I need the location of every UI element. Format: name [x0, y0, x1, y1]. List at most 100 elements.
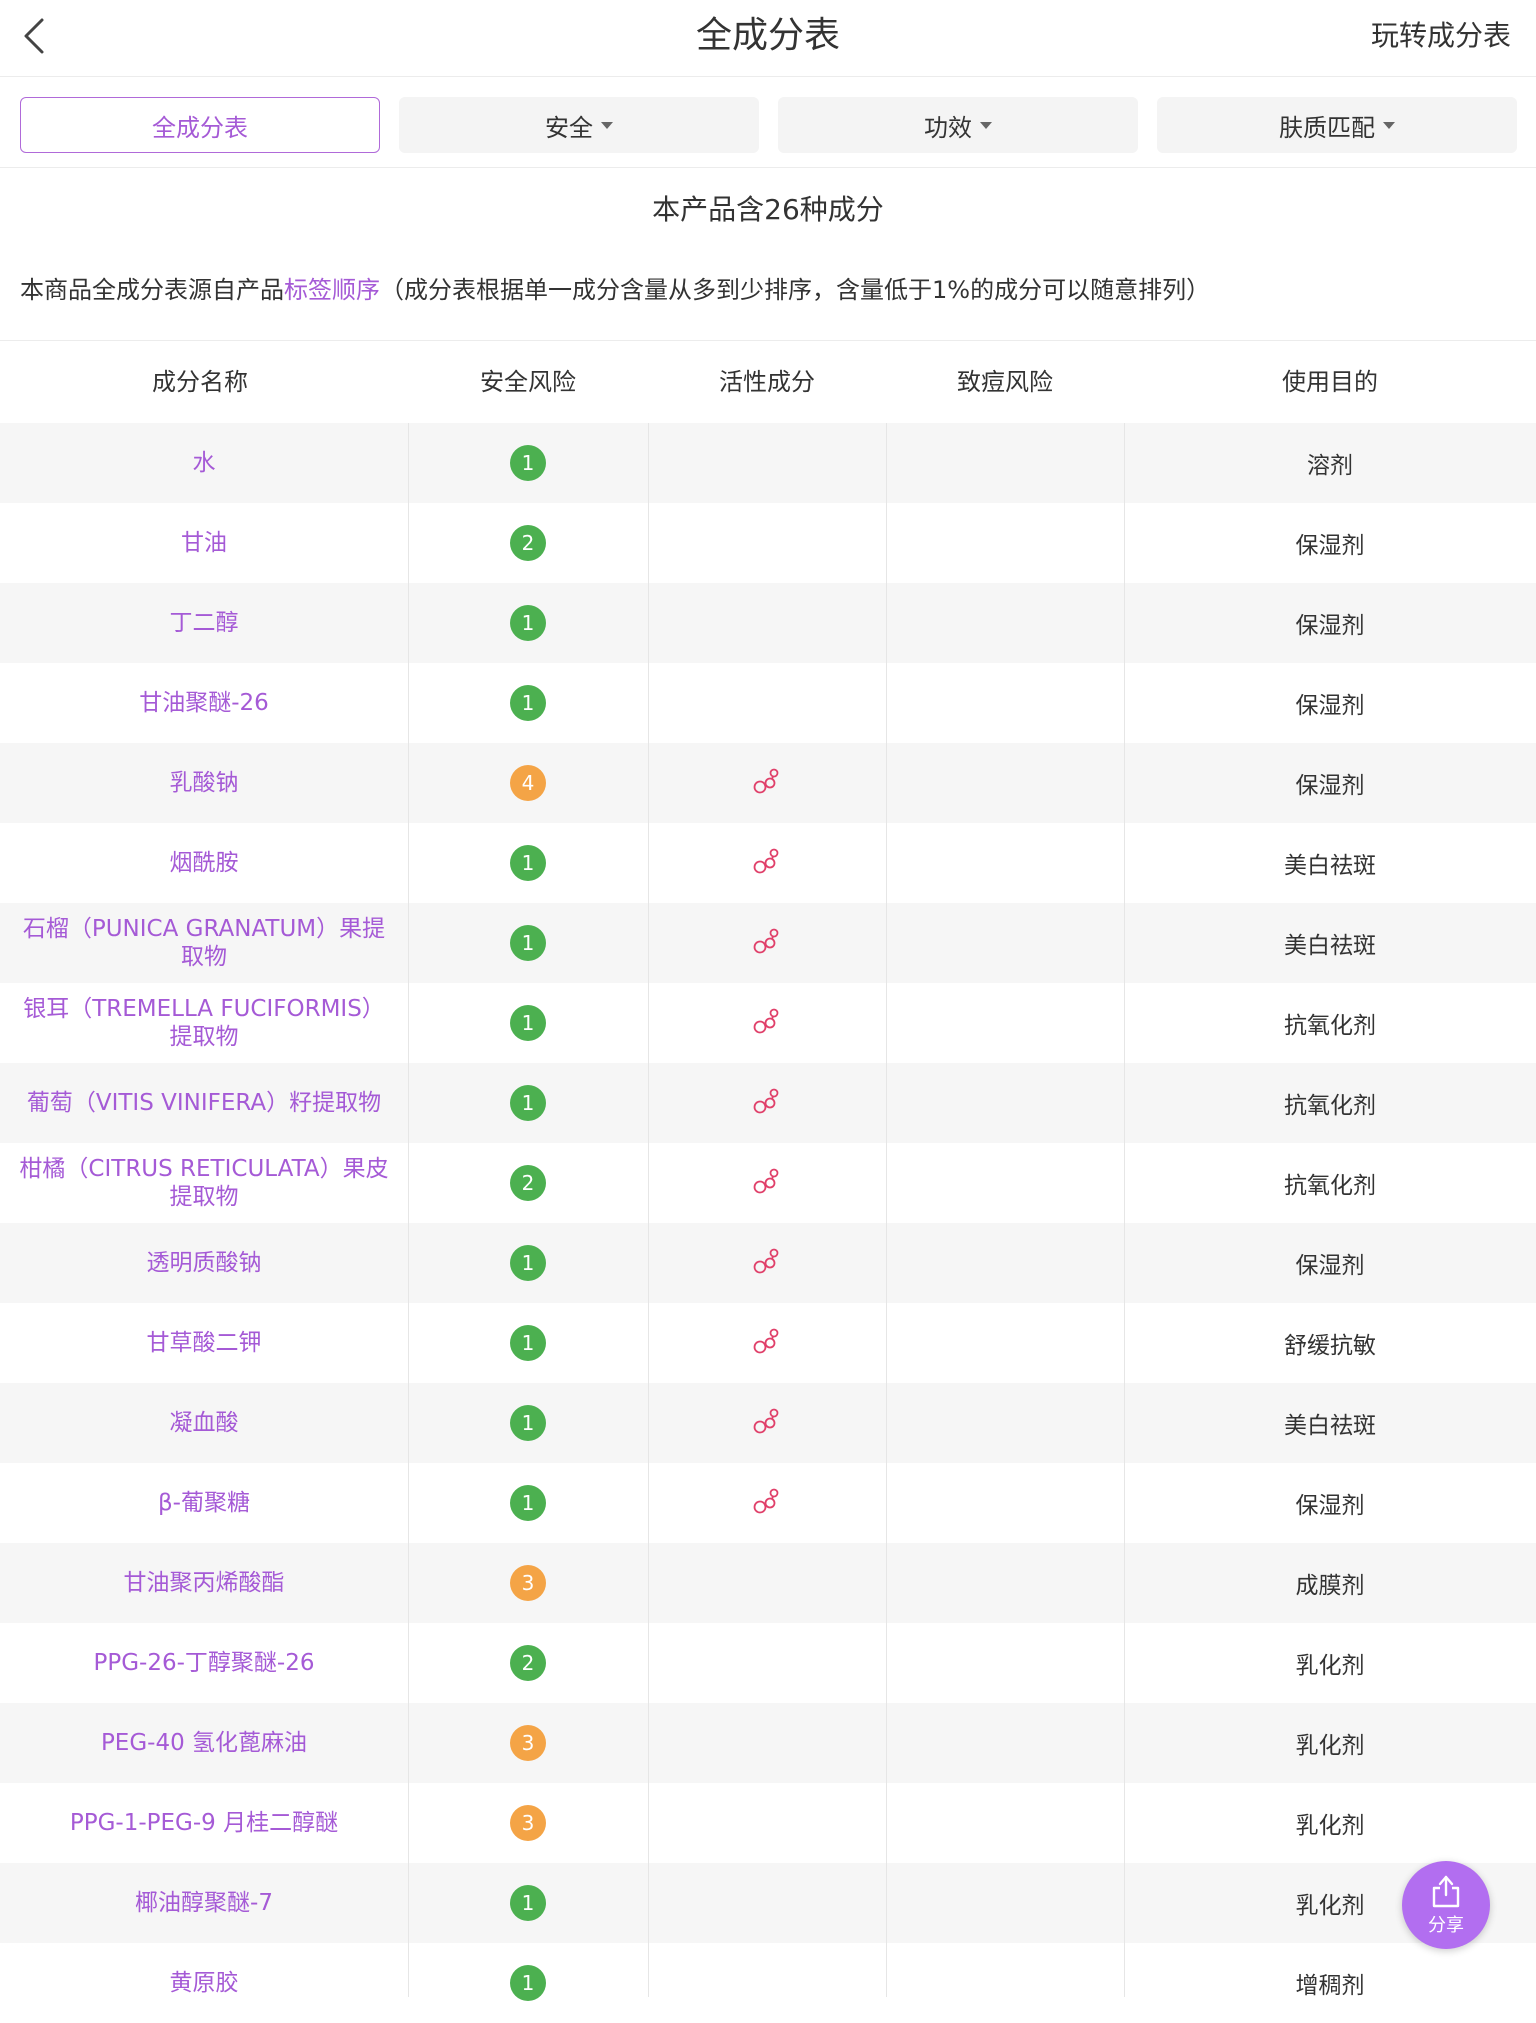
table-row[interactable]: 柑橘（CITRUS RETICULATA）果皮提取物 2 抗氧化剂 [0, 1143, 1536, 1223]
table-row[interactable]: 甘油聚丙烯酸酯 3 成膜剂 [0, 1543, 1536, 1623]
safety-score-badge: 1 [510, 445, 546, 481]
acne-cell [886, 823, 1124, 903]
ingredient-name[interactable]: 黄原胶 [0, 1943, 408, 2023]
note-suffix: （成分表根据单一成分含量从多到少排序，含量低于1%的成分可以随意排列） [380, 276, 1211, 304]
share-label: 分享 [1428, 1915, 1464, 1936]
safety-score-badge: 1 [510, 925, 546, 961]
purpose-cell: 保湿剂 [1295, 533, 1365, 559]
safety-score-badge: 1 [510, 1885, 546, 1921]
safety-cell: 1 [408, 1863, 648, 1943]
table-row[interactable]: 银耳（TREMELLA FUCIFORMIS）提取物 1 抗氧化剂 [0, 983, 1536, 1063]
table-row[interactable]: β-葡聚糖 1 保湿剂 [0, 1463, 1536, 1543]
table-row[interactable]: 水 1 溶剂 [0, 423, 1536, 503]
acne-cell [886, 503, 1124, 583]
table-row[interactable]: 葡萄（VITIS VINIFERA）籽提取物 1 抗氧化剂 [0, 1063, 1536, 1143]
safety-cell: 3 [408, 1543, 648, 1623]
ingredient-name[interactable]: 甘油 [0, 503, 408, 583]
table-row[interactable]: 甘油 2 保湿剂 [0, 503, 1536, 583]
active-cell [648, 423, 886, 503]
filter-label: 安全 [545, 113, 593, 142]
help-link[interactable]: 玩转成分表 [1371, 0, 1511, 72]
ingredient-name[interactable]: 石榴（PUNICA GRANATUM）果提取物 [0, 903, 408, 983]
ingredient-name[interactable]: PEG-40 氢化蓖麻油 [0, 1703, 408, 1783]
purpose-cell: 美白祛斑 [1284, 853, 1376, 879]
acne-cell [886, 1943, 1124, 2023]
safety-score-badge: 3 [510, 1805, 546, 1841]
purpose-cell: 抗氧化剂 [1284, 1013, 1376, 1039]
ingredient-name[interactable]: 烟酰胺 [0, 823, 408, 903]
safety-cell: 1 [408, 423, 648, 503]
active-cell [648, 983, 886, 1063]
table-row[interactable]: 丁二醇 1 保湿剂 [0, 583, 1536, 663]
safety-score-badge: 2 [510, 525, 546, 561]
safety-score-badge: 3 [510, 1725, 546, 1761]
molecule-icon [752, 846, 782, 880]
active-cell [648, 1623, 886, 1703]
col-name: 成分名称 [152, 368, 248, 396]
acne-cell [886, 903, 1124, 983]
purpose-cell: 保湿剂 [1295, 1493, 1365, 1519]
ingredient-name[interactable]: 甘草酸二钾 [0, 1303, 408, 1383]
active-cell [648, 1543, 886, 1623]
page-title: 全成分表 [695, 15, 840, 56]
table-row[interactable]: 透明质酸钠 1 保湿剂 [0, 1223, 1536, 1303]
ingredient-name[interactable]: 甘油聚丙烯酸酯 [0, 1543, 408, 1623]
table-header: 成分名称 安全风险 活性成分 致痘风险 使用目的 [0, 341, 1536, 423]
ingredient-name[interactable]: 葡萄（VITIS VINIFERA）籽提取物 [0, 1063, 408, 1143]
purpose-cell: 增稠剂 [1295, 1973, 1365, 1999]
ingredient-name[interactable]: PPG-1-PEG-9 月桂二醇醚 [0, 1783, 408, 1863]
label-order-link[interactable]: 标签顺序 [284, 276, 380, 304]
ingredient-name[interactable]: 柑橘（CITRUS RETICULATA）果皮提取物 [0, 1143, 408, 1223]
tab-safety[interactable]: 安全 [399, 97, 759, 153]
purpose-cell: 美白祛斑 [1284, 933, 1376, 959]
molecule-icon [752, 1086, 782, 1120]
active-cell [648, 1943, 886, 2023]
source-note: 本商品全成分表源自产品标签顺序（成分表根据单一成分含量从多到少排序，含量低于1%… [20, 270, 1210, 305]
ingredient-name[interactable]: 椰油醇聚醚-7 [0, 1863, 408, 1943]
table-row[interactable]: 凝血酸 1 美白祛斑 [0, 1383, 1536, 1463]
molecule-icon [752, 1246, 782, 1280]
safety-score-badge: 1 [510, 845, 546, 881]
ingredient-name[interactable]: 甘油聚醚-26 [0, 663, 408, 743]
note-prefix: 本商品全成分表源自产品 [20, 276, 284, 304]
column-divider [408, 423, 409, 1997]
ingredient-name[interactable]: 凝血酸 [0, 1383, 408, 1463]
safety-cell: 4 [408, 743, 648, 823]
table-row[interactable]: PEG-40 氢化蓖麻油 3 乳化剂 [0, 1703, 1536, 1783]
table-row[interactable]: PPG-1-PEG-9 月桂二醇醚 3 乳化剂 [0, 1783, 1536, 1863]
filter-bar: 全成分表 安全 功效 肤质匹配 [0, 77, 1536, 168]
table-row[interactable]: 甘草酸二钾 1 舒缓抗敏 [0, 1303, 1536, 1383]
purpose-cell: 保湿剂 [1295, 773, 1365, 799]
ingredient-name[interactable]: 银耳（TREMELLA FUCIFORMIS）提取物 [0, 983, 408, 1063]
tab-efficacy[interactable]: 功效 [778, 97, 1138, 153]
table-row[interactable]: 甘油聚醚-26 1 保湿剂 [0, 663, 1536, 743]
purpose-cell: 成膜剂 [1295, 1573, 1365, 1599]
ingredient-name[interactable]: PPG-26-丁醇聚醚-26 [0, 1623, 408, 1703]
active-cell [648, 823, 886, 903]
table-row[interactable]: 烟酰胺 1 美白祛斑 [0, 823, 1536, 903]
ingredient-name[interactable]: 水 [0, 423, 408, 503]
ingredient-name[interactable]: 透明质酸钠 [0, 1223, 408, 1303]
ingredient-name[interactable]: 乳酸钠 [0, 743, 408, 823]
share-button[interactable]: 分享 [1402, 1861, 1490, 1949]
tab-skin-match[interactable]: 肤质匹配 [1157, 97, 1517, 153]
active-cell [648, 663, 886, 743]
table-row[interactable]: 椰油醇聚醚-7 1 乳化剂 [0, 1863, 1536, 1943]
acne-cell [886, 1863, 1124, 1943]
purpose-cell: 抗氧化剂 [1284, 1093, 1376, 1119]
table-row[interactable]: PPG-26-丁醇聚醚-26 2 乳化剂 [0, 1623, 1536, 1703]
safety-cell: 1 [408, 1303, 648, 1383]
safety-score-badge: 1 [510, 605, 546, 641]
tab-full-ingredients[interactable]: 全成分表 [20, 97, 380, 153]
purpose-cell: 溶剂 [1307, 453, 1353, 479]
ingredient-name[interactable]: 丁二醇 [0, 583, 408, 663]
table-row[interactable]: 黄原胶 1 增稠剂 [0, 1943, 1536, 2023]
molecule-icon [752, 1006, 782, 1040]
ingredient-name[interactable]: β-葡聚糖 [0, 1463, 408, 1543]
purpose-cell: 美白祛斑 [1284, 1413, 1376, 1439]
purpose-cell: 保湿剂 [1295, 693, 1365, 719]
table-row[interactable]: 石榴（PUNICA GRANATUM）果提取物 1 美白祛斑 [0, 903, 1536, 983]
table-row[interactable]: 乳酸钠 4 保湿剂 [0, 743, 1536, 823]
col-safety: 安全风险 [480, 368, 576, 396]
active-cell [648, 903, 886, 983]
